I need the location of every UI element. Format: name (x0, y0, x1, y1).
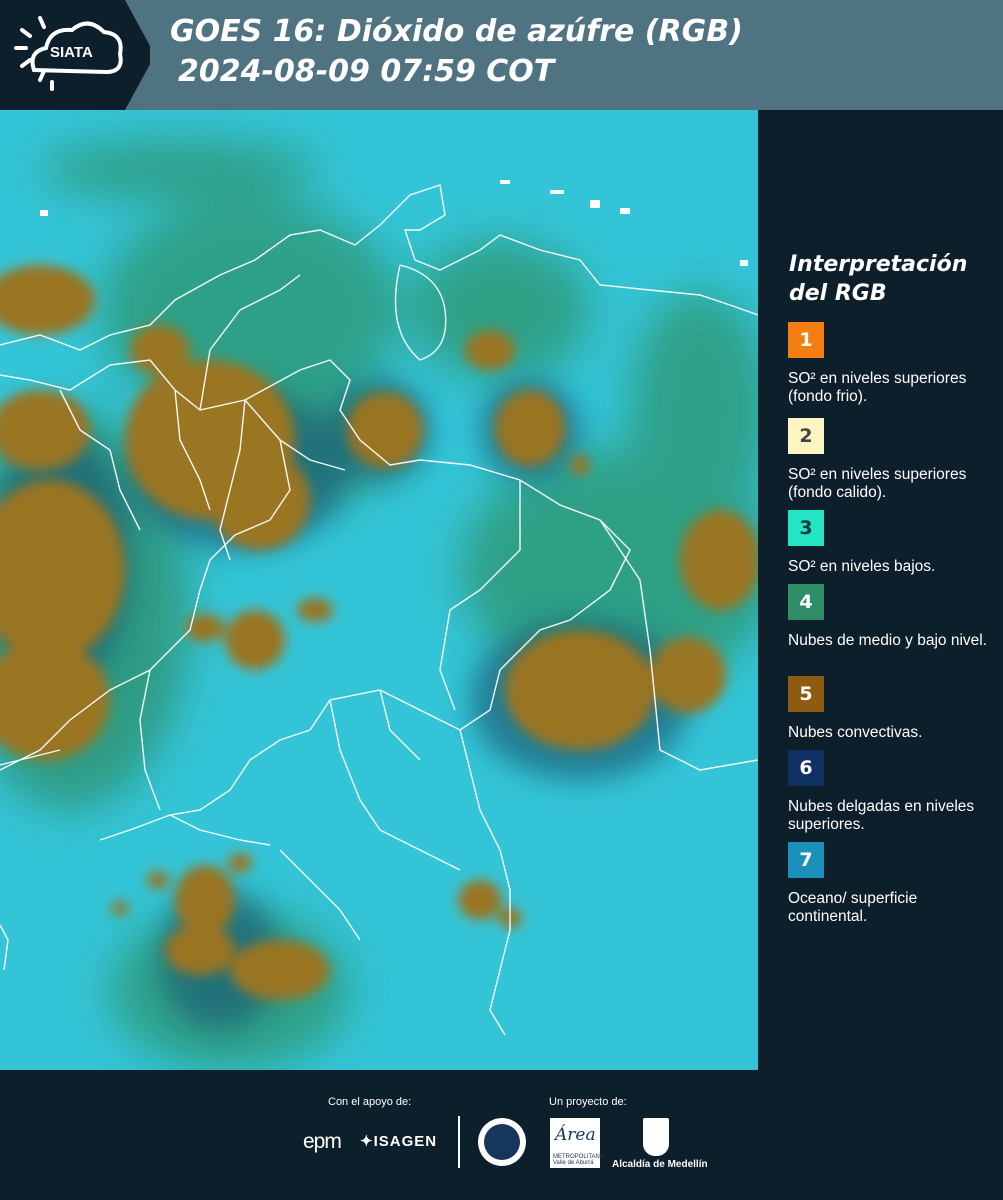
legend-swatch-3: 3 (788, 510, 824, 546)
satellite-image (0, 110, 758, 1070)
area-logo-text: Área (555, 1125, 596, 1145)
legend-swatch-5: 5 (788, 676, 824, 712)
legend-swatch-7: 7 (788, 842, 824, 878)
legend-item-2: 2 SO² en niveles superiores (fondo calid… (788, 418, 993, 502)
isagen-logo-text: ISAGEN (373, 1133, 438, 1150)
legend-label-4: Nubes de medio y bajo nivel. (788, 632, 988, 649)
area-metropolitana-logo: Área METROPOLITANA Valle de Aburrá (550, 1118, 604, 1168)
legend-label-7: Oceano/ superficie continental. (788, 890, 918, 925)
legend-panel: Interpretación del RGB 1 SO² en niveles … (758, 110, 1003, 1070)
legend-label-3: SO² en niveles bajos. (788, 558, 936, 575)
isagen-logo: ✦ISAGEN (360, 1132, 437, 1150)
epm-logo: epm (303, 1130, 342, 1153)
legend-label-2: SO² en niveles superiores (fondo calido)… (788, 466, 967, 501)
seal-emblem-icon (484, 1124, 520, 1160)
siata-logo-text: SIATA (50, 44, 93, 61)
legend-swatch-4: 4 (788, 584, 824, 620)
page-title: GOES 16: Dióxido de azúfre (RGB) (170, 14, 743, 49)
legend-item-6: 6 Nubes delgadas en niveles superiores. (788, 750, 993, 834)
legend-swatch-6: 6 (788, 750, 824, 786)
legend-item-3: 3 SO² en niveles bajos. (788, 510, 993, 576)
footer-divider (458, 1116, 460, 1168)
satellite-map[interactable] (0, 110, 758, 1070)
area-logo-subtext: METROPOLITANA Valle de Aburrá (553, 1154, 604, 1166)
footer: Con el apoyo de: Un proyecto de: epm ✦IS… (0, 1070, 1003, 1200)
legend-item-7: 7 Oceano/ superficie continental. (788, 842, 993, 926)
legend-label-5: Nubes convectivas. (788, 724, 923, 741)
project-label: Un proyecto de: (549, 1096, 627, 1108)
alcaldia-shield-icon (643, 1118, 669, 1156)
siata-logo: SIATA (0, 0, 150, 110)
alcaldia-label: Alcaldía de Medellín (612, 1159, 708, 1170)
page-timestamp: 2024-08-09 07:59 COT (178, 54, 555, 89)
legend-item-4: 4 Nubes de medio y bajo nivel. (788, 584, 993, 650)
isagen-star-icon: ✦ (360, 1133, 374, 1150)
legend-swatch-1: 1 (788, 322, 824, 358)
medellin-seal-logo (478, 1118, 526, 1166)
legend-item-1: 1 SO² en niveles superiores (fondo frio)… (788, 322, 993, 406)
legend-swatch-2: 2 (788, 418, 824, 454)
legend-item-5: 5 Nubes convectivas. (788, 676, 993, 742)
legend-label-6: Nubes delgadas en niveles superiores. (788, 798, 975, 833)
legend-label-1: SO² en niveles superiores (fondo frio). (788, 370, 967, 405)
support-label: Con el apoyo de: (328, 1096, 412, 1108)
header-bar: SIATA GOES 16: Dióxido de azúfre (RGB) 2… (0, 0, 1003, 110)
legend-title: Interpretación del RGB (789, 252, 968, 306)
